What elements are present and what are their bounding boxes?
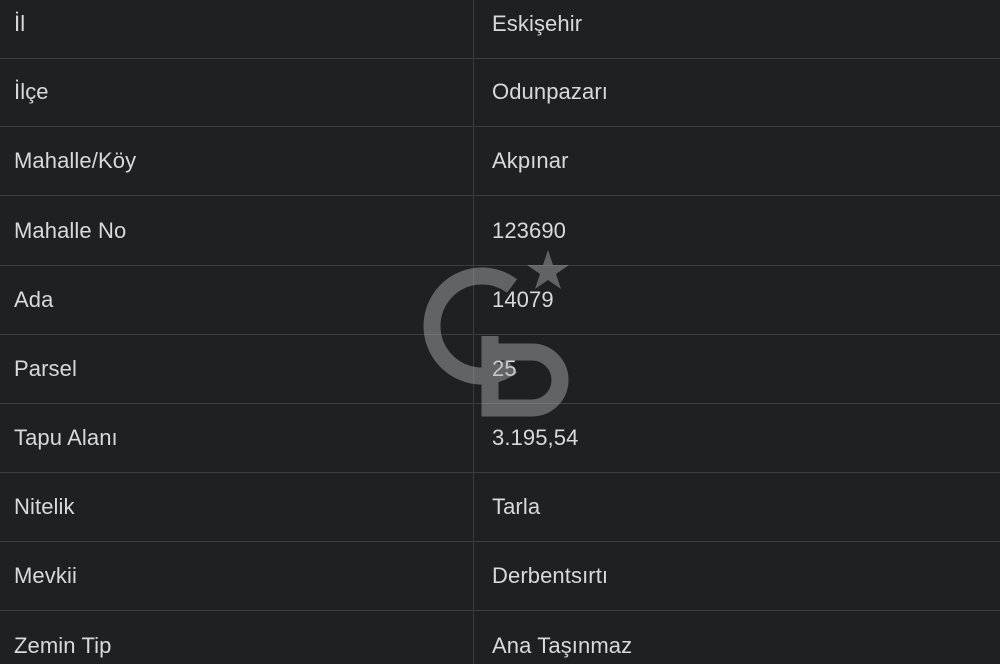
row-label: İlçe: [14, 79, 49, 104]
row-value: 123690: [492, 218, 567, 243]
row-label: Parsel: [14, 356, 77, 381]
row-value: Derbentsırtı: [492, 563, 609, 588]
table-row-il: İl Eskişehir: [0, 0, 1000, 59]
table-row-mahalle-koy: Mahalle/Köy Akpınar: [0, 127, 1000, 196]
row-value: Tarla: [492, 494, 541, 519]
row-value: Odunpazarı: [492, 79, 608, 104]
table-row-nitelik: Nitelik Tarla: [0, 473, 1000, 542]
row-label: Ada: [14, 287, 54, 312]
row-label: Tapu Alanı: [14, 425, 118, 450]
table-row-zemin-tip: Zemin Tip Ana Taşınmaz: [0, 611, 1000, 664]
row-label: İl: [14, 11, 26, 36]
table-row-tapu-alani: Tapu Alanı 3.195,54: [0, 404, 1000, 473]
row-label: Mahalle/Köy: [14, 148, 137, 173]
row-value: 14079: [492, 287, 554, 312]
row-value: Akpınar: [492, 148, 569, 173]
row-label: Mevkii: [14, 563, 77, 588]
table-row-ilce: İlçe Odunpazarı: [0, 58, 1000, 127]
row-value: Eskişehir: [492, 11, 583, 36]
table-row-mahalle-no: Mahalle No 123690: [0, 197, 1000, 266]
row-label: Mahalle No: [14, 218, 127, 243]
row-value: 3.195,54: [492, 425, 579, 450]
table-row-parsel: Parsel 25: [0, 335, 1000, 404]
parcel-info-table: İl Eskişehir İlçe Odunpazarı Mahalle/Köy…: [0, 0, 1000, 664]
row-value: 25: [492, 356, 517, 381]
row-label: Nitelik: [14, 494, 75, 519]
table-row-ada: Ada 14079: [0, 266, 1000, 335]
row-value: Ana Taşınmaz: [492, 632, 633, 658]
row-label: Zemin Tip: [14, 632, 112, 658]
table-row-mevkii: Mevkii Derbentsırtı: [0, 542, 1000, 611]
